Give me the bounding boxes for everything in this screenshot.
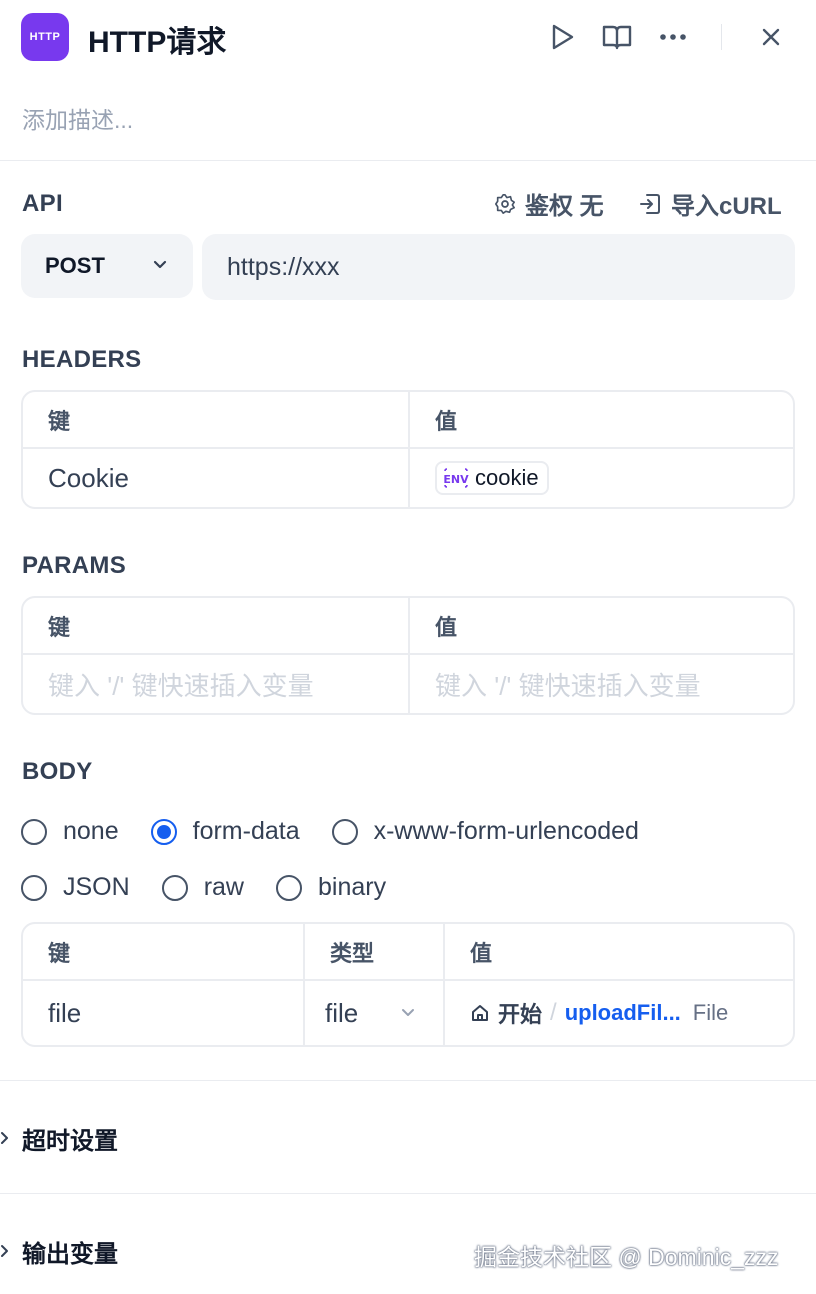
params-table: 键 值 键入 '/' 键快速插入变量 键入 '/' 键快速插入变量 <box>21 596 795 715</box>
chevron-right-icon <box>1 1245 8 1257</box>
url-value: https://xxx <box>227 252 340 281</box>
form-data-table: 键 类型 值 file file 开始 / uploadFil... File <box>21 922 795 1047</box>
radio-label: raw <box>203 873 244 901</box>
key-column-header: 键 <box>48 614 71 640</box>
close-icon <box>762 28 780 46</box>
book-icon <box>602 25 632 50</box>
more-icon <box>660 34 686 40</box>
form-type-select[interactable]: file <box>303 981 443 1045</box>
table-header-row: 键 类型 值 <box>23 924 793 981</box>
variable-type: File <box>692 1000 729 1025</box>
close-button[interactable] <box>754 20 788 54</box>
chevron-down-icon <box>153 260 167 269</box>
radio-circle <box>21 818 47 845</box>
variable-name: uploadFil... <box>564 1000 681 1025</box>
param-value-input[interactable]: 键入 '/' 键快速插入变量 <box>408 655 793 713</box>
radio-raw[interactable]: raw <box>161 873 244 902</box>
home-icon <box>472 1005 488 1021</box>
timeout-settings-toggle[interactable]: 超时设置 <box>0 1082 816 1194</box>
radio-label: binary <box>317 873 387 901</box>
watermark: 掘金技术社区 @ Dominic_zzz <box>474 1244 779 1270</box>
body-label: BODY <box>22 758 93 785</box>
body-type-row-2: JSON raw binary <box>21 873 418 902</box>
header-key-input[interactable]: Cookie <box>23 449 408 507</box>
node-title[interactable]: HTTP请求 <box>88 17 226 61</box>
type-select-inner: file <box>325 998 443 1029</box>
table-header-row: 键 值 <box>23 598 793 655</box>
radio-json[interactable]: JSON <box>21 873 130 902</box>
play-icon <box>552 24 574 50</box>
radio-label: form-data <box>192 817 300 845</box>
headers-label: HEADERS <box>22 346 142 373</box>
body-type-row-1: none form-data x-www-form-urlencoded <box>21 817 671 846</box>
run-button[interactable] <box>546 20 580 54</box>
description-input[interactable]: 添加描述... <box>22 101 133 135</box>
section-divider <box>0 1080 816 1081</box>
env-icon: ENV <box>443 468 469 488</box>
url-input[interactable]: https://xxx <box>202 234 795 300</box>
type-value: file <box>325 997 359 1028</box>
section-divider <box>0 1193 816 1194</box>
radio-x-www-form-urlencoded[interactable]: x-www-form-urlencoded <box>331 817 639 846</box>
type-column-header: 类型 <box>303 924 443 979</box>
params-label: PARAMS <box>22 552 127 579</box>
radio-label: x-www-form-urlencoded <box>373 817 639 845</box>
method-select[interactable]: POST <box>21 234 193 298</box>
value-column-header: 值 <box>408 392 793 447</box>
variable-node-name: 开始 <box>498 1002 543 1027</box>
variable-reference: 开始 / uploadFil... File <box>470 997 728 1029</box>
docs-button[interactable] <box>600 20 634 54</box>
table-row: 键入 '/' 键快速插入变量 键入 '/' 键快速插入变量 <box>23 655 793 713</box>
value-column-header: 值 <box>443 924 793 979</box>
env-variable-tag: ENV cookie <box>435 461 549 495</box>
table-row: Cookie ENV cookie <box>23 449 793 507</box>
env-variable-name: cookie <box>475 465 539 490</box>
auth-label: 鉴权 无 <box>525 193 604 220</box>
timeout-settings-label: 超时设置 <box>22 1127 118 1155</box>
key-column-header: 键 <box>48 408 71 434</box>
node-badge-text: HTTP <box>29 31 61 43</box>
radio-binary[interactable]: binary <box>275 873 387 902</box>
radio-none[interactable]: none <box>21 817 119 846</box>
radio-form-data[interactable]: form-data <box>150 817 300 846</box>
more-button[interactable] <box>656 20 690 54</box>
value-column-header: 值 <box>408 598 793 653</box>
radio-label: none <box>63 817 119 845</box>
http-node-icon: HTTP <box>21 13 69 61</box>
import-icon <box>640 193 660 214</box>
radio-circle <box>275 874 302 901</box>
variable-separator: / <box>550 999 557 1026</box>
import-label: 导入cURL <box>671 193 782 220</box>
svg-text:ENV: ENV <box>443 473 469 486</box>
header-divider-line <box>0 160 816 161</box>
headers-table: 键 值 Cookie ENV cookie <box>21 390 795 509</box>
chevron-right-icon <box>1 1132 8 1144</box>
param-key-input[interactable]: 键入 '/' 键快速插入变量 <box>23 655 408 713</box>
radio-circle <box>331 818 358 845</box>
gear-icon <box>495 193 515 214</box>
form-value-variable[interactable]: 开始 / uploadFil... File <box>443 981 793 1045</box>
table-header-row: 键 值 <box>23 392 793 449</box>
api-label: API <box>22 190 63 217</box>
radio-circle-checked <box>150 818 177 845</box>
radio-label: JSON <box>63 873 130 901</box>
panel-header: HTTP HTTP请求 <box>0 0 816 80</box>
radio-circle <box>21 874 47 901</box>
auth-button[interactable]: 鉴权 无 <box>494 186 604 221</box>
import-curl-button[interactable]: 导入cURL <box>638 186 782 221</box>
form-key-input[interactable]: file <box>23 981 303 1045</box>
header-divider <box>721 24 722 50</box>
key-column-header: 键 <box>48 940 71 966</box>
radio-circle <box>161 874 188 901</box>
output-variables-label: 输出变量 <box>22 1240 118 1268</box>
method-value: POST <box>45 253 105 278</box>
chevron-down-icon <box>402 1009 414 1016</box>
header-value-input[interactable]: ENV cookie <box>408 449 793 507</box>
table-row: file file 开始 / uploadFil... File <box>23 981 793 1045</box>
